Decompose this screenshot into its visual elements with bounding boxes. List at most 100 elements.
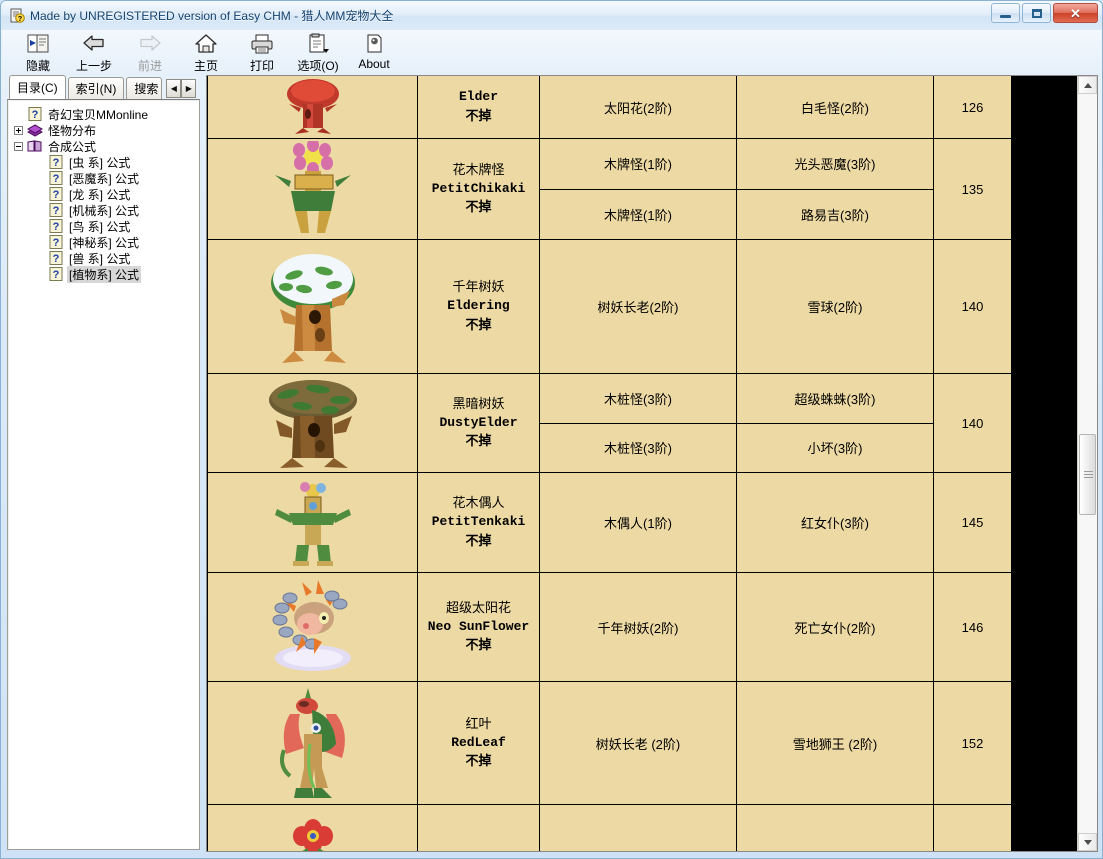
chevron-left-icon: ◀ bbox=[170, 84, 177, 93]
pet-drop-status: 不掉 bbox=[465, 316, 492, 332]
tab-search-label: 搜索 bbox=[134, 82, 159, 96]
svg-text:?: ? bbox=[53, 253, 60, 265]
material-b-label: 雪球(2阶) bbox=[807, 300, 863, 315]
tab-search[interactable]: 搜索 bbox=[126, 77, 163, 99]
toolbar-button-home[interactable]: 主页 bbox=[178, 30, 234, 75]
svg-text:?: ? bbox=[53, 269, 60, 281]
close-button[interactable]: ✕ bbox=[1053, 3, 1098, 23]
toolbar-label-home: 主页 bbox=[193, 59, 218, 73]
pet-name-en: PetitTenkaki bbox=[431, 514, 526, 530]
pet-name-en: Eldering bbox=[447, 298, 510, 314]
material-b-cell: 红女仆(3阶) bbox=[736, 472, 934, 573]
grip-lines-icon bbox=[1084, 470, 1093, 479]
toolbar-button-forward: 前进 bbox=[122, 30, 178, 75]
material-b-cell: 小坏(3阶) bbox=[736, 422, 934, 473]
svg-text:?: ? bbox=[53, 205, 60, 217]
toolbar-button-print[interactable]: 打印 bbox=[234, 30, 290, 75]
tree-item-machine-formula[interactable]: ? [机械系] 公式 bbox=[14, 202, 199, 218]
toolbar-button-options[interactable]: 选项(O) bbox=[290, 30, 346, 75]
material-a-cell: 木桩怪(3阶) bbox=[539, 373, 737, 424]
svg-text:?: ? bbox=[53, 237, 60, 249]
red-leaf-monster-sprite bbox=[279, 688, 345, 798]
pet-name-en: DustyElder bbox=[439, 414, 518, 430]
tree-item-synthesis-formula[interactable]: 合成公式 bbox=[14, 138, 199, 154]
window-controls: ✕ bbox=[991, 3, 1098, 23]
toolbar-button-back[interactable]: 上一步 bbox=[66, 30, 122, 75]
tree-item-plant-formula[interactable]: ? [植物系] 公式 bbox=[14, 265, 199, 283]
tree-item-label: [兽 系] 公式 bbox=[69, 251, 131, 266]
collapse-minus-icon[interactable] bbox=[14, 141, 23, 151]
tree-item-label: 怪物分布 bbox=[48, 123, 97, 138]
pet-name-cell: 黑暗树妖 DustyElder 不掉 bbox=[417, 373, 540, 473]
tree-item-mystery-formula[interactable]: ? [神秘系] 公式 bbox=[14, 234, 199, 250]
pet-level-label: 145 bbox=[961, 515, 984, 530]
content-vertical-scrollbar[interactable] bbox=[1077, 76, 1097, 851]
pet-level-label: 135 bbox=[961, 181, 984, 197]
material-a-cell: 木桩怪(3阶) bbox=[539, 422, 737, 473]
pet-level-cell: 146 bbox=[933, 572, 1012, 682]
pet-level-cell: 126 bbox=[933, 76, 1012, 139]
tab-index[interactable]: 索引(N) bbox=[67, 77, 125, 99]
tree-item-label: 合成公式 bbox=[48, 139, 97, 154]
closed-book-icon bbox=[27, 123, 43, 137]
material-a-label: 木桩怪(3阶) bbox=[604, 391, 672, 407]
pet-name-cell: 超级太阳花 Neo SunFlower 不掉 bbox=[417, 572, 540, 682]
toolbar-button-hide[interactable]: 隐藏 bbox=[10, 30, 66, 75]
tree-item-label: [虫 系] 公式 bbox=[69, 155, 131, 170]
svg-text:?: ? bbox=[53, 189, 60, 201]
topic-scroll-viewport: Elder 不掉 太阳花(2阶) 白毛怪(2阶) 126 花木牌怪 PetitC… bbox=[207, 76, 1077, 851]
material-b-cell: 路易吉(3阶) bbox=[736, 188, 934, 240]
close-icon: ✕ bbox=[1070, 5, 1081, 21]
tree-item-beast-formula[interactable]: ? [兽 系] 公式 bbox=[14, 250, 199, 266]
pet-drop-status: 不掉 bbox=[465, 433, 492, 449]
main-split-area: 目录(C) 索引(N) 搜索 ◀ ▶ ? 奇幻宝贝MMonline 怪物分布 合… bbox=[5, 75, 1098, 852]
tree-item-bird-formula[interactable]: ? [鸟 系] 公式 bbox=[14, 218, 199, 234]
material-a-cell: 树妖长老(2阶) bbox=[539, 239, 737, 374]
tab-contents[interactable]: 目录(C) bbox=[9, 75, 66, 99]
tree-item-label: [机械系] 公式 bbox=[69, 203, 140, 218]
tab-scroll-right-button[interactable]: ▶ bbox=[181, 79, 197, 98]
toolbar-label-about: About bbox=[358, 57, 390, 71]
tree-item-mmonline[interactable]: ? 奇幻宝贝MMonline bbox=[14, 106, 199, 122]
material-a-label: 木牌怪(1阶) bbox=[604, 157, 672, 173]
material-a-label: 太阳花(2阶) bbox=[604, 100, 672, 116]
tree-item-insect-formula[interactable]: ? [虫 系] 公式 bbox=[14, 154, 199, 170]
tree-item-dragon-formula[interactable]: ? [龙 系] 公式 bbox=[14, 186, 199, 202]
scroll-up-button[interactable] bbox=[1078, 76, 1097, 94]
material-b-label: 光头恶魔(3阶) bbox=[794, 157, 876, 173]
material-a-label: 木牌怪(1阶) bbox=[604, 207, 672, 223]
pet-level-label: 140 bbox=[961, 299, 984, 314]
toolbar-label-hide: 隐藏 bbox=[25, 59, 50, 73]
options-icon bbox=[305, 32, 331, 56]
scrollbar-track[interactable] bbox=[1078, 94, 1097, 833]
pet-level-label: 126 bbox=[961, 99, 984, 115]
tab-scroll-left-button[interactable]: ◀ bbox=[166, 79, 182, 98]
pet-sprite-cell bbox=[207, 76, 418, 139]
scrollbar-thumb[interactable] bbox=[1079, 433, 1096, 516]
snow-tree-monster-sprite bbox=[270, 253, 355, 363]
about-page-icon bbox=[361, 32, 387, 56]
toolbar-label-back: 上一步 bbox=[75, 59, 112, 73]
maximize-restore-button[interactable] bbox=[1022, 3, 1051, 23]
minimize-button[interactable] bbox=[991, 3, 1020, 23]
red-tree-monster-sprite bbox=[286, 79, 339, 134]
material-b-cell: 超级蛛蛛(3阶) bbox=[736, 373, 934, 424]
material-a-label: 木桩怪(3阶) bbox=[604, 441, 672, 457]
table-row: 千年树妖 Eldering 不掉 树妖长老(2阶) 雪球(2阶) 140 bbox=[207, 239, 1012, 374]
flower-sign-monster-sprite bbox=[274, 141, 351, 233]
minimize-icon bbox=[1000, 14, 1011, 18]
topic-document: Elder 不掉 太阳花(2阶) 白毛怪(2阶) 126 花木牌怪 PetitC… bbox=[207, 76, 1012, 851]
navigation-tabs: 目录(C) 索引(N) 搜索 ◀ ▶ bbox=[5, 75, 202, 99]
pet-drop-status: 不掉 bbox=[465, 532, 492, 548]
table-row: 超级太阳花 Neo SunFlower 不掉 千年树妖(2阶) 死亡女仆(2阶)… bbox=[207, 572, 1012, 682]
scroll-down-button[interactable] bbox=[1078, 833, 1097, 851]
tree-item-monster-distribution[interactable]: 怪物分布 bbox=[14, 122, 199, 138]
toolbar-button-about[interactable]: About bbox=[346, 30, 402, 75]
material-a-label: 千年树妖(2阶) bbox=[597, 620, 679, 636]
material-a-label: 树妖长老(2阶) bbox=[597, 300, 679, 315]
pet-name-cell: 红叶 RedLeaf 不掉 bbox=[417, 681, 540, 805]
tree-item-demon-formula[interactable]: ? [恶魔系] 公式 bbox=[14, 170, 199, 186]
pet-name-cn: 花木牌怪 bbox=[452, 161, 505, 177]
expand-plus-icon[interactable] bbox=[14, 125, 23, 135]
material-b-cell bbox=[736, 804, 934, 851]
